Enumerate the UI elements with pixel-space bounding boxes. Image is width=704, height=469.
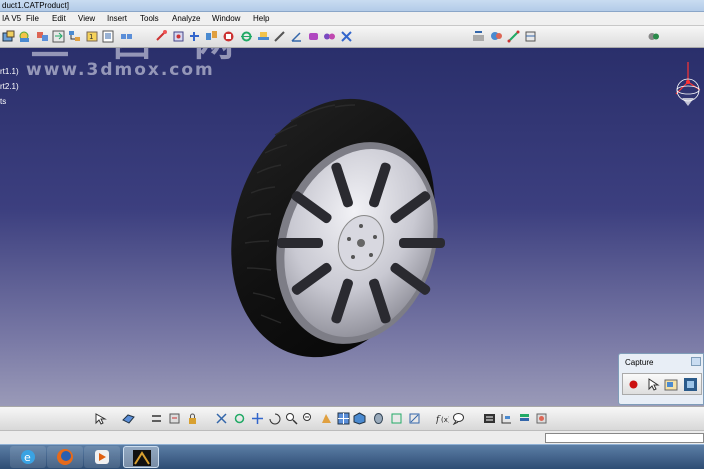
manipulation-icon[interactable] (155, 30, 168, 43)
multi-view-icon[interactable] (337, 412, 350, 425)
tree-node-applications[interactable]: ts (0, 97, 6, 106)
fly-mode-icon[interactable] (122, 412, 135, 425)
zoom-out-icon[interactable] (302, 412, 315, 425)
album-icon[interactable] (683, 377, 698, 392)
menu-view[interactable]: View (78, 12, 95, 26)
taskbar-firefox[interactable] (47, 446, 83, 468)
shading-icon[interactable] (372, 412, 385, 425)
snap-icon[interactable] (172, 30, 185, 43)
capture-toolbar (622, 373, 702, 395)
menu-help[interactable]: Help (253, 12, 269, 26)
select-mode-icon[interactable] (645, 377, 660, 392)
tree-node-part1[interactable]: rt1.1) (0, 67, 19, 76)
media-player-icon (95, 450, 109, 464)
taskbar-ie[interactable]: e (10, 446, 46, 468)
rotate-view-icon[interactable] (268, 412, 281, 425)
formula-icon[interactable]: f(x) (436, 412, 449, 425)
taskbar: e (0, 444, 704, 469)
title-bar: duct1.CATProduct] (0, 0, 704, 12)
taskbar-catia[interactable] (123, 446, 159, 468)
rotate-icon[interactable] (233, 412, 246, 425)
new-product-icon[interactable] (2, 30, 15, 43)
distance-analysis-icon[interactable] (507, 30, 520, 43)
hide-icon[interactable] (390, 412, 403, 425)
select-icon[interactable] (94, 412, 107, 425)
sectioning-icon[interactable] (472, 30, 485, 43)
view-toolbar: f(x) (0, 406, 704, 430)
pan-icon[interactable] (251, 412, 264, 425)
menu-insert[interactable]: Insert (107, 12, 127, 26)
properties-icon[interactable] (483, 412, 496, 425)
hide-show-icon[interactable] (168, 412, 181, 425)
bill-of-material-icon[interactable] (102, 30, 115, 43)
watermark-url: www.3dmox.com (26, 60, 215, 80)
catia-icon (133, 450, 151, 466)
angle-constraint-icon[interactable] (290, 30, 303, 43)
capture-title: Capture (625, 358, 654, 367)
tree-node-part2[interactable]: rt2.1) (0, 82, 19, 91)
swap-visible-space-icon[interactable] (150, 412, 163, 425)
taskbar-media-player[interactable] (84, 446, 120, 468)
smart-move-icon[interactable] (188, 30, 201, 43)
iso-view-icon[interactable] (353, 412, 366, 425)
menu-app-name: IA V5 (2, 14, 22, 23)
fit-all-icon[interactable] (215, 412, 228, 425)
menu-window[interactable]: Window (212, 12, 240, 26)
window-title: duct1.CATProduct] (2, 1, 69, 10)
fix-together-icon[interactable] (323, 30, 336, 43)
update-all-icon[interactable] (340, 30, 353, 43)
comment-icon[interactable] (452, 412, 465, 425)
menu-analyze[interactable]: Analyze (172, 12, 200, 26)
graph-tree-icon[interactable] (68, 30, 81, 43)
layer-icon[interactable] (518, 412, 531, 425)
menu-bar: IA V5 File Edit View Insert Tools Analyz… (0, 12, 704, 26)
svg-text:e: e (24, 451, 31, 464)
existing-component-icon[interactable] (36, 30, 49, 43)
measure-icon[interactable] (524, 30, 537, 43)
status-bar (0, 430, 704, 444)
offset-constraint-icon[interactable] (273, 30, 286, 43)
capture-image-icon[interactable] (664, 377, 679, 392)
capture-close-button[interactable] (691, 357, 701, 366)
contact-constraint-icon[interactable] (257, 30, 270, 43)
explode-icon[interactable] (205, 30, 218, 43)
normal-view-icon[interactable] (320, 412, 333, 425)
svg-text:(x): (x) (441, 416, 449, 424)
coincidence-constraint-icon[interactable] (240, 30, 253, 43)
watermark: 三 西 网 www.3dmox.com (26, 48, 248, 80)
insert-component-icon[interactable] (18, 30, 31, 43)
fix-component-icon[interactable] (307, 30, 320, 43)
multi-instantiation-icon[interactable] (120, 30, 133, 43)
generate-numbering-icon[interactable]: 1 (86, 30, 99, 43)
3d-viewport[interactable]: 三 西 网 www.3dmox.com rt1.1) rt2.1) ts (0, 48, 704, 406)
command-input[interactable] (545, 433, 704, 443)
compass-icon[interactable] (672, 60, 704, 110)
firefox-icon (57, 449, 73, 465)
svg-text:1: 1 (89, 33, 93, 41)
replace-component-icon[interactable] (52, 30, 65, 43)
wheel-model[interactable] (225, 93, 465, 368)
swap-icon[interactable] (408, 412, 421, 425)
capture-panel[interactable]: Capture (618, 353, 704, 405)
stop-manipulate-icon[interactable] (222, 30, 235, 43)
clash-icon[interactable] (490, 30, 503, 43)
zoom-in-icon[interactable] (285, 412, 298, 425)
lock-icon[interactable] (186, 412, 199, 425)
graphic-properties-icon[interactable] (535, 412, 548, 425)
workbench-icon[interactable] (647, 30, 660, 43)
internet-explorer-icon: e (21, 450, 35, 464)
tree-expand-icon[interactable] (500, 412, 513, 425)
main-toolbar: 1 (0, 26, 704, 48)
menu-file[interactable]: File (26, 12, 39, 26)
menu-tools[interactable]: Tools (140, 12, 159, 26)
menu-edit[interactable]: Edit (52, 12, 66, 26)
record-icon[interactable] (626, 377, 641, 392)
